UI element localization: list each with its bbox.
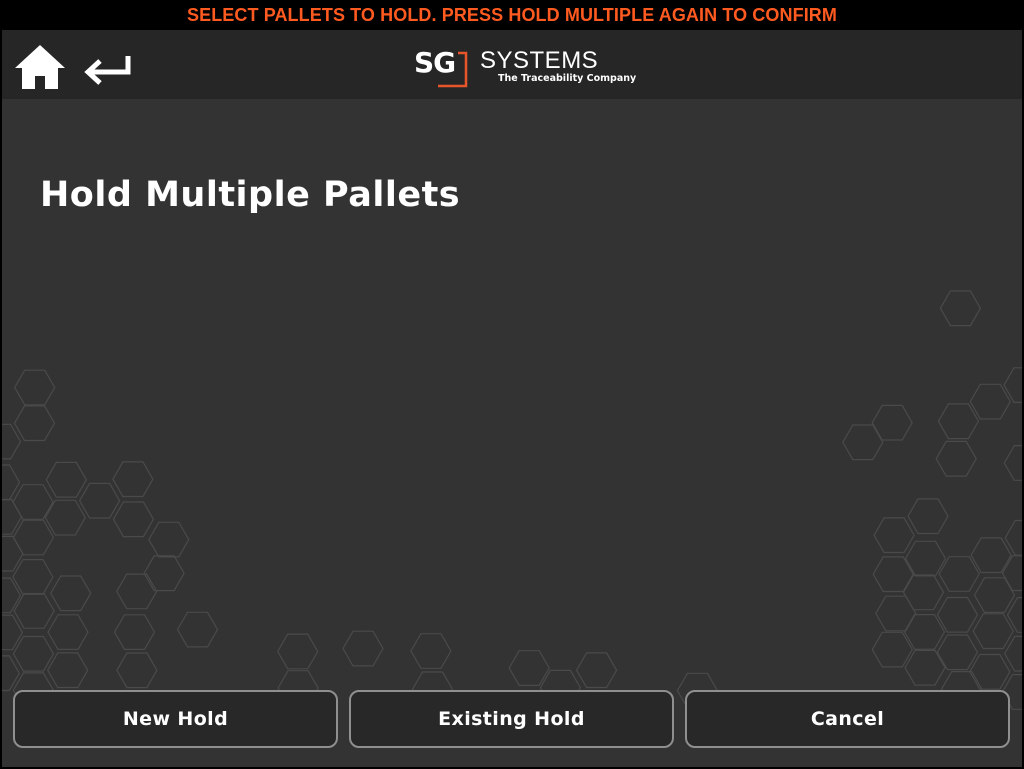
- hexagon-shape: [969, 383, 1011, 420]
- hexagon-shape: [47, 614, 89, 651]
- hexagon-shape: [2, 577, 22, 614]
- sg-systems-logo: SG SYSTEMS The Traceability Company: [414, 46, 636, 90]
- hexagon-shape: [936, 596, 979, 633]
- hexagon-shape: [410, 633, 452, 669]
- hexagon-shape: [508, 650, 550, 687]
- new-hold-button[interactable]: New Hold: [13, 690, 338, 748]
- instruction-banner: SELECT PALLETS TO HOLD. PRESS HOLD MULTI…: [2, 0, 1022, 30]
- app-screen: SELECT PALLETS TO HOLD. PRESS HOLD MULTI…: [2, 0, 1022, 767]
- hexagon-shape: [873, 517, 915, 554]
- hexagon-shape: [277, 633, 319, 670]
- hexagon-shape: [13, 405, 56, 442]
- hexagon-shape: [148, 521, 190, 558]
- hexagon-shape: [12, 635, 55, 672]
- hexagon-shape: [970, 537, 1012, 574]
- hexagon-shape: [871, 631, 913, 668]
- hexagon-shape: [116, 573, 158, 610]
- hexagon-shape: [112, 461, 154, 498]
- hexagon-shape: [937, 403, 980, 440]
- hexagon-shape: [12, 559, 54, 595]
- hexagon-shape: [78, 482, 121, 519]
- hexagon-shape: [176, 611, 219, 648]
- hexagon-shape: [969, 653, 1011, 690]
- hexagon-shape: [903, 613, 946, 650]
- home-icon: [15, 45, 65, 89]
- logo-name: SYSTEMS: [480, 47, 599, 74]
- logo-mark: SG: [414, 46, 456, 79]
- existing-hold-button[interactable]: Existing Hold: [349, 690, 674, 748]
- hexagon-shape: [875, 595, 917, 632]
- hexagon-shape: [939, 290, 982, 327]
- hexagon-shape: [113, 614, 156, 651]
- hexagon-shape: [972, 613, 1014, 650]
- hexagon-shape: [45, 461, 87, 498]
- hexagon-shape: [116, 652, 158, 689]
- hexagon-shape: [1001, 555, 1022, 592]
- hexagon-shape: [1003, 367, 1022, 403]
- cancel-button[interactable]: Cancel: [685, 690, 1010, 748]
- hexagon-shape: [1003, 445, 1022, 481]
- hexagon-shape: [47, 652, 89, 689]
- back-button[interactable]: [78, 50, 134, 90]
- back-arrow-icon: [84, 56, 131, 85]
- header-bar: SG SYSTEMS The Traceability Company: [2, 30, 1022, 99]
- hexagon-shape: [112, 501, 155, 538]
- home-button[interactable]: [13, 43, 67, 91]
- hexagon-shape: [935, 440, 977, 477]
- hexagon-shape: [50, 575, 92, 612]
- hexagon-shape: [575, 652, 618, 689]
- hexagon-shape: [342, 630, 384, 667]
- page-title: Hold Multiple Pallets: [40, 175, 461, 215]
- hexagon-shape: [13, 593, 55, 629]
- hexagon-shape: [12, 519, 55, 556]
- hexagon-shape: [14, 369, 56, 406]
- hexagon-shape: [938, 556, 980, 592]
- logo-tagline: The Traceability Company: [498, 73, 637, 84]
- hexagon-shape: [907, 498, 949, 535]
- hexagon-shape: [143, 555, 185, 592]
